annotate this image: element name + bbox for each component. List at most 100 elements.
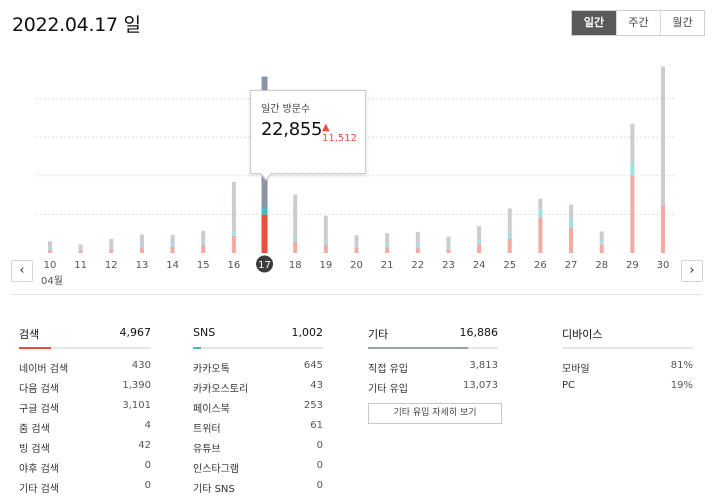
panel-rule (193, 347, 323, 349)
x-tick-label: 27 (565, 260, 578, 271)
stat-value: 1,390 (122, 380, 151, 391)
x-tick-label: 10 (44, 260, 57, 271)
x-tick-label: 29 (626, 260, 639, 271)
stat-row: 빙 검색 42 (19, 437, 151, 457)
bar-sns (293, 237, 298, 242)
stat-row: 직접 유입 3,813 (368, 357, 498, 377)
bar-etc (139, 234, 144, 246)
stat-label: 모바일 (562, 364, 590, 375)
bar-sns (477, 240, 482, 245)
tab-daily[interactable]: 일간 (572, 11, 616, 35)
bar-search (201, 244, 206, 253)
x-tick-label: 25 (503, 260, 516, 271)
x-tick-label: 28 (595, 260, 608, 271)
panel-title: SNS (193, 326, 216, 339)
bar-etc (477, 226, 482, 241)
stat-label: PC (562, 380, 576, 391)
panel-device: 디바이스 모바일 81% PC 19% (562, 323, 693, 397)
tab-weekly[interactable]: 주간 (616, 11, 660, 35)
stat-label: 빙 검색 (19, 444, 50, 455)
stat-value: 0 (144, 460, 151, 471)
x-tick-label: 20 (350, 260, 363, 271)
next-period-button[interactable]: › (681, 260, 703, 282)
panel-title: 디바이스 (562, 328, 603, 341)
bar-sns (201, 242, 206, 245)
stat-label: 네이버 검색 (19, 364, 69, 375)
stat-value: 43 (310, 380, 323, 391)
panel-header: 디바이스 (562, 323, 693, 347)
x-tick-label: 17 (258, 260, 271, 271)
stat-value: 4 (144, 420, 151, 431)
panel-rows: 모바일 81% PC 19% (562, 357, 693, 397)
panel-header: SNS 1,002 (193, 323, 323, 347)
stat-value: 0 (144, 480, 151, 491)
etc-detail-button[interactable]: 기타 유입 자세히 보기 (368, 403, 502, 424)
stat-label: 다음 검색 (19, 384, 59, 395)
panel-rows: 직접 유입 3,813 기타 유입 13,073 (368, 357, 498, 397)
x-tick-label: 23 (442, 260, 455, 271)
bar-etc (415, 231, 420, 246)
bar-etc (507, 208, 512, 233)
tab-monthly[interactable]: 월간 (660, 11, 704, 35)
bar-sns (231, 232, 236, 236)
period-tabs: 일간 주간 월간 (571, 10, 705, 36)
prev-period-button[interactable]: ‹ (11, 260, 33, 282)
visits-chart: 10 11 12 13 14 15 16 17 18 19 20 21 22 23 24 25 26 27 28 29… (0, 40, 713, 290)
bar-search (446, 248, 451, 253)
stat-row: 다음 검색 1,390 (19, 377, 151, 397)
bar-search (170, 246, 175, 253)
x-tick-label: 26 (534, 260, 547, 271)
bar-etc (599, 231, 604, 243)
tooltip-label: 일간 방문수 (261, 104, 311, 115)
bar-etc (78, 244, 83, 250)
panel-title: 검색 (19, 328, 40, 341)
stat-label: 기타 유입 (368, 384, 408, 395)
stat-row: 구글 검색 3,101 (19, 397, 151, 417)
stat-value: 3,813 (469, 360, 498, 371)
x-tick-label: 15 (197, 260, 210, 271)
stat-row: 줌 검색 4 (19, 417, 151, 437)
bar-etc (385, 233, 390, 245)
chevron-left-icon: ‹ (19, 263, 25, 278)
bar-sns (630, 163, 635, 177)
bar-search (261, 214, 268, 253)
bar-sns (385, 244, 390, 248)
stat-value: 3,101 (122, 400, 151, 411)
panel-rows: 네이버 검색 430 다음 검색 1,390 구글 검색 3,101 줌 검색 4 빙 검색 42… (19, 357, 151, 497)
stat-value: 645 (303, 360, 323, 371)
bar-sns (446, 246, 451, 249)
panel-title: 기타 (368, 328, 389, 341)
bar-etc (354, 235, 359, 247)
bar-sns (538, 208, 543, 218)
x-tick-label: 13 (136, 260, 149, 271)
stat-value: 42 (138, 440, 151, 451)
tooltip-arrow-inner (261, 173, 271, 179)
panel-rule-highlight (368, 347, 468, 349)
stat-row: 트위터 61 (193, 417, 323, 437)
bar-etc (569, 204, 574, 219)
stat-row: 유튜브 0 (193, 437, 323, 457)
stat-row: 기타 검색 0 (19, 477, 151, 497)
bar-etc (109, 239, 114, 247)
stat-value: 0 (316, 480, 323, 491)
x-tick-label: 11 (74, 260, 87, 271)
bar-etc (323, 215, 328, 242)
stat-row: 인스타그램 0 (193, 457, 323, 477)
panel-total: 4,967 (119, 326, 152, 339)
stat-label: 카카오톡 (193, 364, 230, 375)
bar-etc (538, 198, 543, 209)
tooltip-value: 22,855 (261, 119, 323, 140)
stat-value: 0 (316, 460, 323, 471)
bar-sns (170, 244, 175, 247)
bar-sns (354, 246, 359, 248)
bar-etc (630, 123, 635, 164)
bar-sns (109, 246, 114, 249)
panel-total: 16,886 (459, 326, 499, 339)
stat-value: 81% (670, 360, 693, 371)
bar-sns (599, 242, 604, 245)
bar-etc (446, 236, 451, 247)
bar-sns (569, 218, 574, 228)
panel-rule-highlight (193, 347, 201, 349)
x-tick-label: 12 (105, 260, 118, 271)
stat-label: 트위터 (193, 424, 221, 435)
